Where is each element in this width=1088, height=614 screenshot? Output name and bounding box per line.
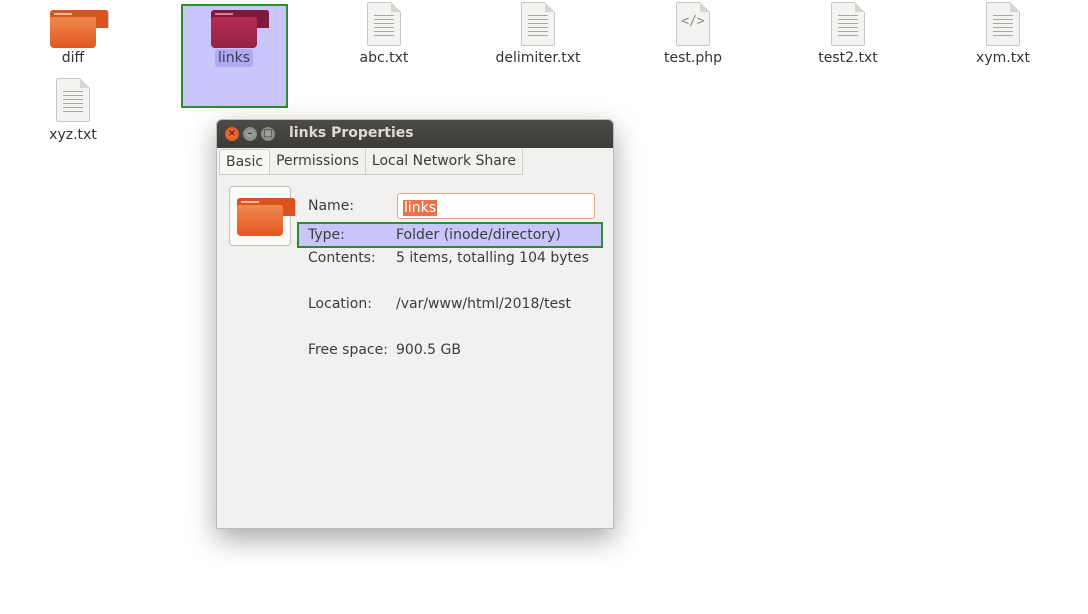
file-label: diff (61, 50, 85, 66)
file-icon-test2[interactable]: test2.txt (793, 0, 903, 70)
text-file-icon (831, 2, 865, 46)
file-icon-test-php[interactable]: </> test.php (638, 0, 748, 70)
tab-local-network-share[interactable]: Local Network Share (366, 149, 523, 174)
free-space-label: Free space: (308, 342, 388, 358)
title-bar[interactable]: × – □ links Properties (217, 120, 613, 148)
properties-window: × – □ links Properties Basic Permissions… (216, 119, 614, 529)
contents-label: Contents: (308, 250, 376, 266)
folder-preview (229, 186, 296, 246)
text-file-icon (367, 2, 401, 46)
window-title: links Properties (289, 125, 414, 141)
name-field[interactable]: links (397, 193, 595, 219)
file-icon-links[interactable]: links (179, 0, 289, 70)
file-label: xym.txt (976, 50, 1030, 66)
file-label: test.php (664, 50, 722, 66)
minimize-icon[interactable]: – (243, 127, 257, 141)
text-file-icon (986, 2, 1020, 46)
tab-bar: Basic Permissions Local Network Share (219, 149, 523, 175)
close-icon[interactable]: × (225, 127, 239, 141)
file-label: test2.txt (818, 50, 878, 66)
code-file-icon: </> (676, 2, 710, 46)
folder-icon (237, 198, 296, 236)
file-label: xyz.txt (49, 127, 97, 143)
name-value-selected: links (403, 200, 438, 216)
file-icon-xym[interactable]: xym.txt (948, 0, 1058, 70)
file-icon-abc[interactable]: abc.txt (329, 0, 439, 70)
free-space-value: 900.5 GB (396, 342, 461, 358)
contents-value: 5 items, totalling 104 bytes (396, 250, 589, 266)
tab-basic[interactable]: Basic (219, 149, 271, 174)
tab-permissions[interactable]: Permissions (270, 149, 366, 174)
maximize-icon[interactable]: □ (261, 127, 275, 141)
file-icon-xyz[interactable]: xyz.txt (18, 78, 128, 148)
text-file-icon (56, 78, 90, 122)
location-value: /var/www/html/2018/test (396, 296, 571, 312)
file-label: links (179, 49, 289, 67)
folder-icon (211, 10, 270, 48)
text-file-icon (521, 2, 555, 46)
type-value: Folder (inode/directory) (396, 227, 561, 243)
name-label: Name: (308, 198, 355, 214)
file-icon-delimiter[interactable]: delimiter.txt (483, 0, 593, 70)
file-icon-diff[interactable]: diff (18, 0, 128, 70)
file-label: abc.txt (359, 50, 409, 66)
file-label: delimiter.txt (495, 50, 581, 66)
location-label: Location: (308, 296, 372, 312)
folder-icon (50, 10, 109, 48)
type-label: Type: (308, 227, 345, 243)
